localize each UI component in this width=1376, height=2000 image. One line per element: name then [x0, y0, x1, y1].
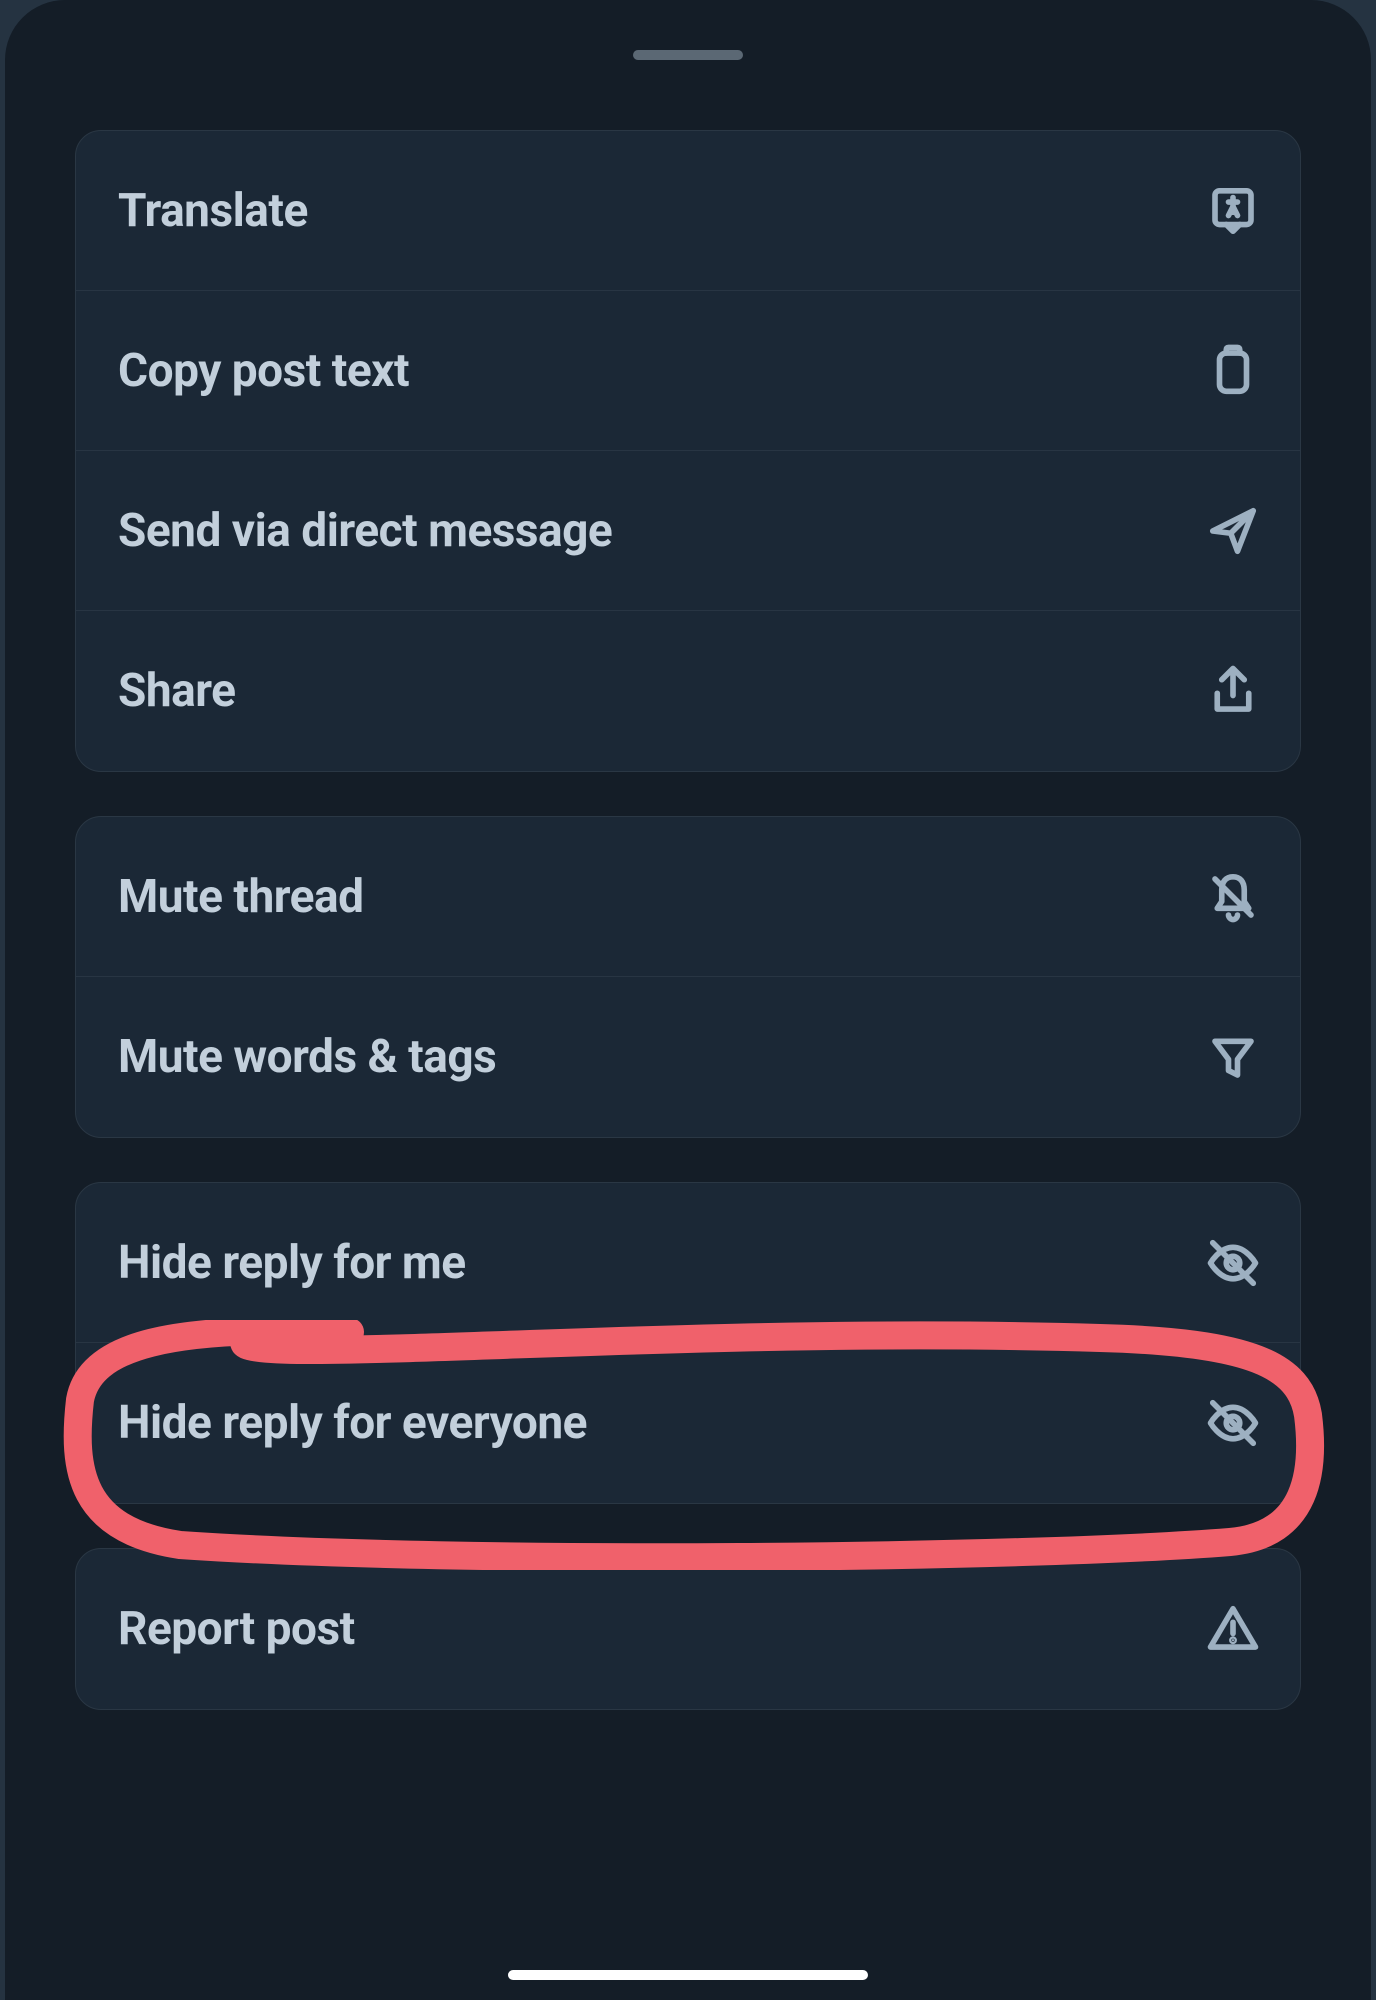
menu-item-hide-for-me[interactable]: Hide reply for me	[76, 1183, 1300, 1343]
eye-off-icon	[1206, 1396, 1260, 1450]
filter-icon	[1206, 1030, 1260, 1084]
translate-icon	[1206, 184, 1260, 238]
send-icon	[1206, 504, 1260, 558]
menu-item-label: Hide reply for everyone	[118, 1396, 587, 1450]
share-icon	[1206, 664, 1260, 718]
menu-item-mute-thread[interactable]: Mute thread	[76, 817, 1300, 977]
menu-group: Translate Copy post text Send via direct…	[75, 130, 1301, 772]
menu-item-share[interactable]: Share	[76, 611, 1300, 771]
menu-group: Report post	[75, 1548, 1301, 1710]
menu-item-label: Translate	[118, 184, 308, 238]
menu-group: Hide reply for me Hide reply for everyon…	[75, 1182, 1301, 1504]
menu-item-report[interactable]: Report post	[76, 1549, 1300, 1709]
mute-icon	[1206, 870, 1260, 924]
menu-item-send-dm[interactable]: Send via direct message	[76, 451, 1300, 611]
menu-item-copy-text[interactable]: Copy post text	[76, 291, 1300, 451]
menu-item-label: Mute thread	[118, 870, 363, 924]
menu-item-hide-for-everyone[interactable]: Hide reply for everyone	[76, 1343, 1300, 1503]
menu-group: Mute thread Mute words & tags	[75, 816, 1301, 1138]
menu-item-label: Copy post text	[118, 344, 409, 398]
home-indicator[interactable]	[508, 1970, 868, 1980]
clipboard-icon	[1206, 344, 1260, 398]
drag-handle[interactable]	[633, 50, 743, 60]
action-sheet: Translate Copy post text Send via direct…	[5, 0, 1371, 2000]
menu-item-mute-words[interactable]: Mute words & tags	[76, 977, 1300, 1137]
eye-off-icon	[1206, 1236, 1260, 1290]
menu-item-label: Share	[118, 664, 235, 718]
menu-item-label: Hide reply for me	[118, 1236, 466, 1290]
menu-item-label: Mute words & tags	[118, 1030, 496, 1084]
warning-icon	[1206, 1602, 1260, 1656]
menu-item-label: Send via direct message	[118, 504, 612, 558]
menu-item-label: Report post	[118, 1602, 355, 1656]
menu-item-translate[interactable]: Translate	[76, 131, 1300, 291]
